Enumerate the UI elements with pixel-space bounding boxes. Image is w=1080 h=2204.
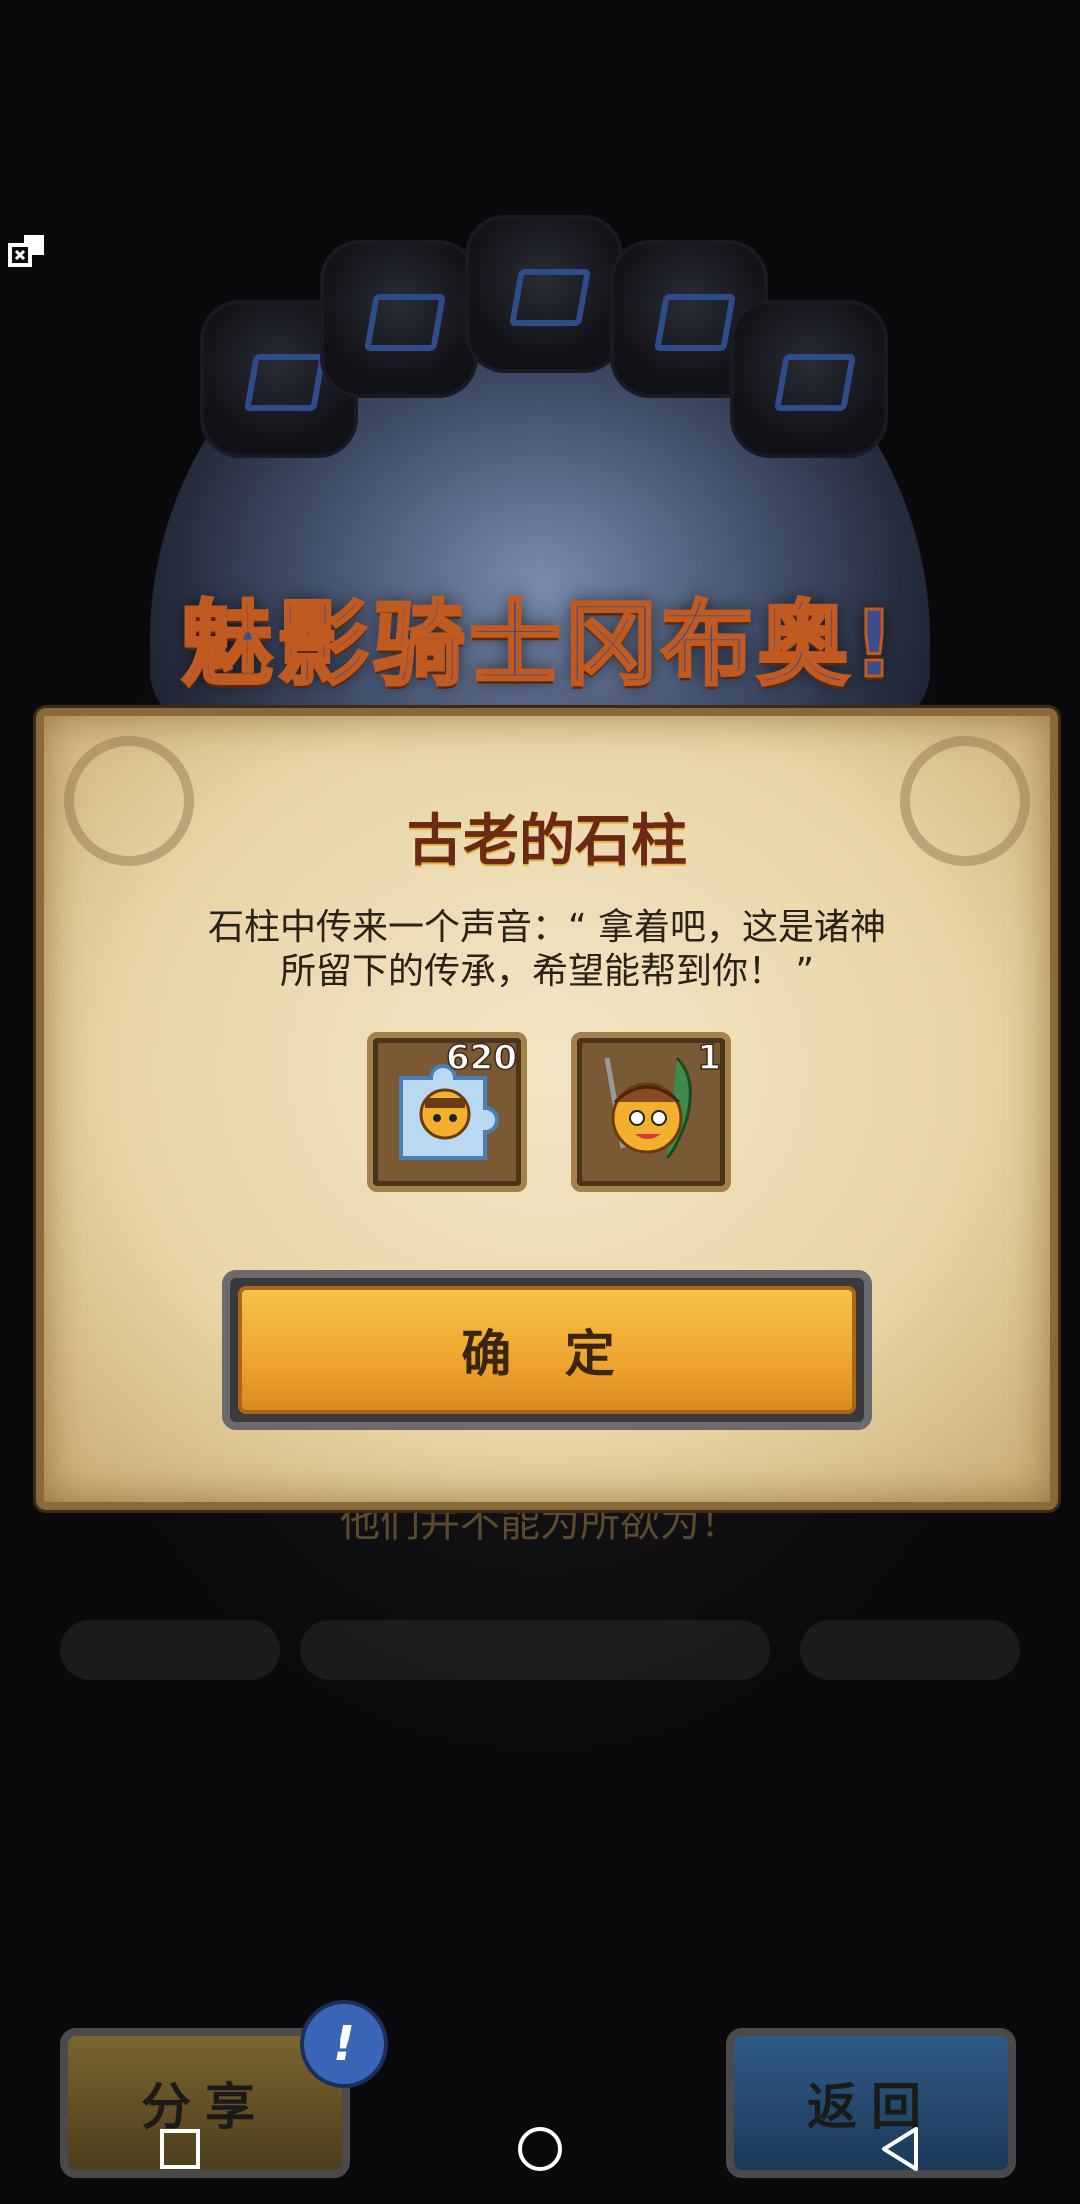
reward-item[interactable]: 1 <box>571 1032 731 1192</box>
confirm-button-face: 确 定 <box>238 1286 856 1414</box>
dialog-title: 古老的石柱 <box>407 809 687 874</box>
reward-count: 1 <box>697 1037 722 1079</box>
floor-slab <box>800 1620 1020 1680</box>
floor-slab <box>60 1620 280 1680</box>
reward-count: 620 <box>445 1037 517 1079</box>
square-icon <box>160 2129 200 2169</box>
back-nav-button[interactable] <box>870 2119 930 2179</box>
dialog-message: 石柱中传来一个声音：“ 拿着吧，这是诸神 所留下的传承，希望能帮到你！ ” <box>144 906 950 994</box>
rune-stone <box>320 240 478 398</box>
triangle-back-icon <box>882 2127 918 2171</box>
reward-item[interactable]: 620 <box>367 1032 527 1192</box>
dialog-message-line: 所留下的传承，希望能帮到你！ ” <box>279 951 815 992</box>
alert-badge: ! <box>300 2000 388 2088</box>
recent-apps-button[interactable] <box>150 2119 210 2179</box>
event-dialog: 古老的石柱 石柱中传来一个声音：“ 拿着吧，这是诸神 所留下的传承，希望能帮到你… <box>36 708 1058 1510</box>
home-button[interactable] <box>510 2119 570 2179</box>
system-nav-bar <box>0 2094 1080 2204</box>
dialog-message-line: 石柱中传来一个声音：“ 拿着吧，这是诸神 <box>207 907 887 948</box>
event-headline: 魅影骑士冈布奥! <box>180 590 899 700</box>
confirm-button[interactable]: 确 定 <box>222 1270 872 1430</box>
share-puzzle-icon[interactable] <box>6 233 48 275</box>
rune-stone <box>465 215 623 373</box>
circle-icon <box>518 2127 562 2171</box>
rune-stone <box>730 300 888 458</box>
confirm-button-label: 确 定 <box>461 1325 633 1383</box>
floor-slab <box>300 1620 770 1680</box>
